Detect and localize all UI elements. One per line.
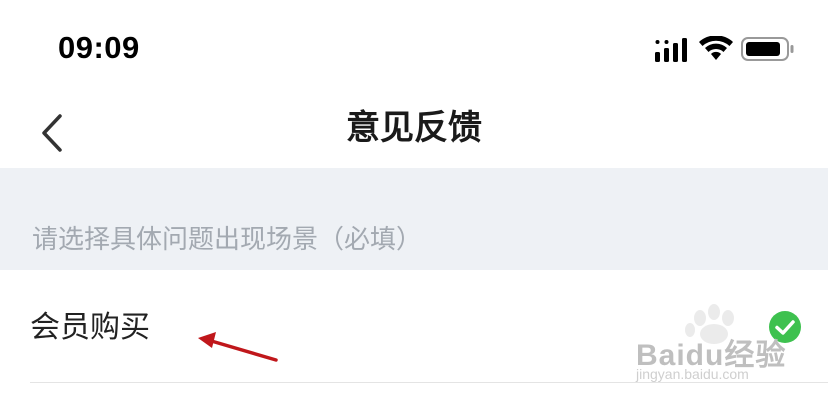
section-header: 请选择具体问题出现场景（必填）	[0, 168, 828, 270]
annotation-arrow-icon	[198, 332, 278, 362]
watermark-url: jingyan.baidu.com	[636, 366, 749, 382]
status-time: 09:09	[58, 30, 140, 65]
page-title: 意见反馈	[346, 108, 482, 148]
status-bar: 09:09	[0, 0, 828, 96]
list-item-label: 会员购买	[30, 310, 150, 345]
wifi-icon	[699, 36, 733, 60]
battery-icon	[741, 37, 794, 61]
nav-bar: 意见反馈	[0, 96, 828, 168]
section-label: 请选择具体问题出现场景（必填）	[32, 225, 423, 255]
signal-icon	[655, 38, 687, 62]
